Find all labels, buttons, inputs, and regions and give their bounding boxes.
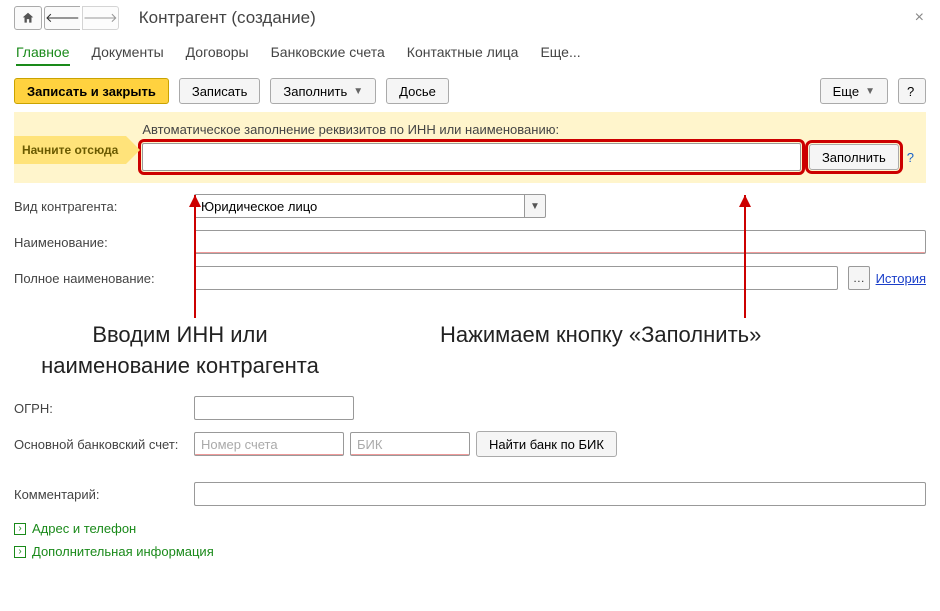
chevron-right-icon: › xyxy=(14,523,26,535)
more-label: Еще xyxy=(833,84,859,99)
caret-down-icon: ▼ xyxy=(865,86,875,97)
name-label: Наименование: xyxy=(14,235,194,250)
autofill-label: Автоматическое заполнение реквизитов по … xyxy=(142,122,914,137)
type-select-toggle[interactable]: ▼ xyxy=(524,194,546,218)
section-extra-label: Дополнительная информация xyxy=(32,544,214,559)
tab-more[interactable]: Еще... xyxy=(540,44,580,66)
home-button[interactable] xyxy=(14,6,42,30)
section-address-toggle[interactable]: › Адрес и телефон xyxy=(14,517,926,540)
more-dropdown-button[interactable]: Еще ▼ xyxy=(820,78,888,104)
save-and-close-button[interactable]: Записать и закрыть xyxy=(14,78,169,104)
save-button[interactable]: Записать xyxy=(179,78,261,104)
start-here-badge: Начните отсюда xyxy=(14,136,126,164)
fullname-label: Полное наименование: xyxy=(14,271,194,286)
back-button[interactable]: 🡐 xyxy=(44,6,80,30)
tab-documents[interactable]: Документы xyxy=(92,44,164,66)
history-link[interactable]: История xyxy=(876,271,926,286)
fullname-input[interactable] xyxy=(194,266,838,290)
chevron-right-icon: › xyxy=(14,546,26,558)
tab-bank-accounts[interactable]: Банковские счета xyxy=(271,44,385,66)
tab-contacts[interactable]: Контактные лица xyxy=(407,44,519,66)
tab-contracts[interactable]: Договоры xyxy=(186,44,249,66)
autofill-input[interactable] xyxy=(142,143,801,171)
home-icon xyxy=(21,11,35,25)
bank-account-input[interactable] xyxy=(194,432,344,456)
type-select[interactable] xyxy=(194,194,524,218)
tab-main[interactable]: Главное xyxy=(16,44,70,66)
name-input[interactable] xyxy=(194,230,926,254)
autofill-fill-button[interactable]: Заполнить xyxy=(809,144,899,170)
toolbar: Записать и закрыть Записать Заполнить ▼ … xyxy=(0,74,940,112)
ogrn-input[interactable] xyxy=(194,396,354,420)
bank-bik-input[interactable] xyxy=(350,432,470,456)
close-button[interactable]: × xyxy=(909,9,930,27)
fill-dropdown-button[interactable]: Заполнить ▼ xyxy=(270,78,376,104)
comment-label: Комментарий: xyxy=(14,487,194,502)
comment-input[interactable] xyxy=(194,482,926,506)
annotation-right: Нажимаем кнопку «Заполнить» xyxy=(440,320,761,351)
arrow-right-icon: 🡒 xyxy=(83,10,118,26)
find-bank-button[interactable]: Найти банк по БИК xyxy=(476,431,617,457)
section-address-label: Адрес и телефон xyxy=(32,521,136,536)
caret-down-icon: ▼ xyxy=(530,201,540,212)
fullname-more-button[interactable]: … xyxy=(848,266,869,290)
autofill-help[interactable]: ? xyxy=(907,150,914,165)
dossier-button[interactable]: Досье xyxy=(386,78,449,104)
autofill-panel: Начните отсюда Автоматическое заполнение… xyxy=(14,112,926,183)
help-button[interactable]: ? xyxy=(898,78,926,104)
forward-button[interactable]: 🡒 xyxy=(82,6,119,30)
bank-label: Основной банковский счет: xyxy=(14,437,194,452)
caret-down-icon: ▼ xyxy=(353,86,363,97)
type-label: Вид контрагента: xyxy=(14,199,194,214)
ogrn-label: ОГРН: xyxy=(14,401,194,416)
page-title: Контрагент (создание) xyxy=(139,8,316,28)
tabs: Главное Документы Договоры Банковские сч… xyxy=(0,34,940,74)
annotation-left: Вводим ИНН или наименование контрагента xyxy=(20,320,340,382)
section-extra-toggle[interactable]: › Дополнительная информация xyxy=(14,540,926,563)
fill-label: Заполнить xyxy=(283,84,347,99)
arrow-left-icon: 🡐 xyxy=(45,10,80,26)
